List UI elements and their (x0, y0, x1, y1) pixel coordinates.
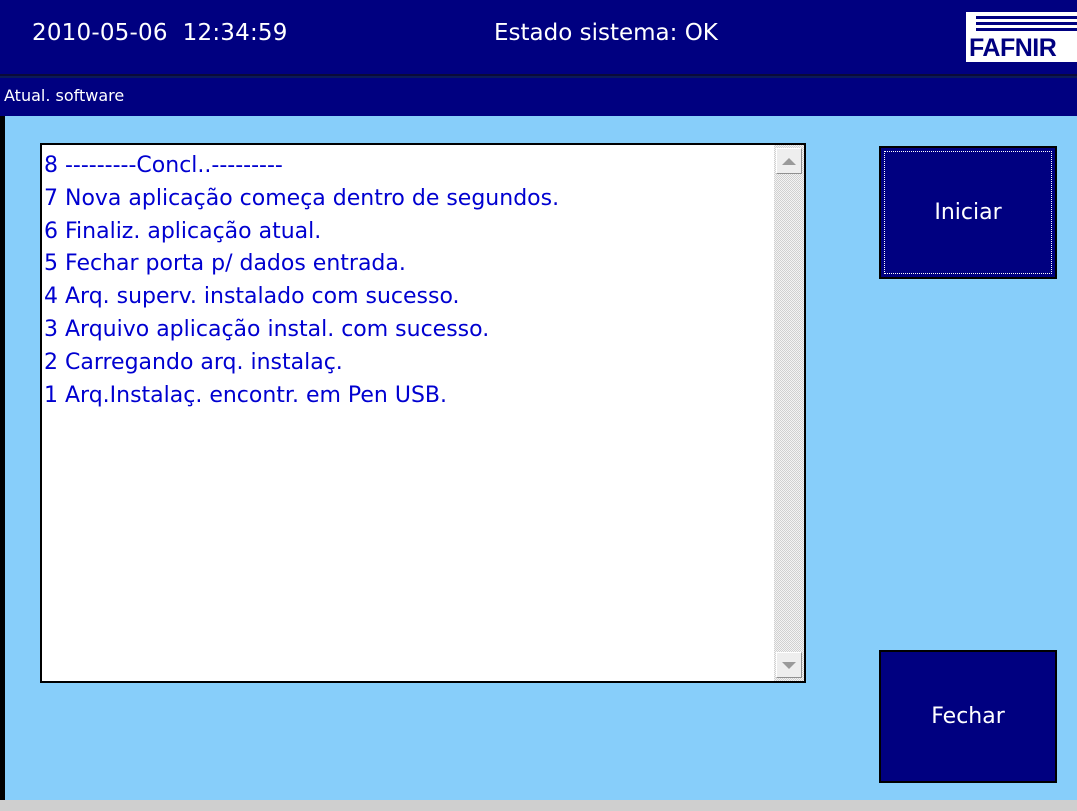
screen: 2010-05-06 12:34:59 Estado sistema: OK F… (0, 0, 1077, 811)
page-title: Atual. software (4, 86, 125, 105)
start-button[interactable]: Iniciar (879, 146, 1057, 279)
log-line: 2 Carregando arq. instalaç. (44, 349, 343, 375)
datetime-display: 2010-05-06 12:34:59 (32, 20, 288, 46)
left-edge-border (0, 116, 5, 800)
log-line: 5 Fechar porta p/ dados entrada. (44, 251, 406, 277)
start-button-label: Iniciar (934, 200, 1002, 225)
log-line: 1 Arq.Instalaç. encontr. em Pen USB. (44, 382, 448, 408)
logo-wordmark: FAFNIR (969, 34, 1057, 62)
log-line: 4 Arq. superv. instalado com sucesso. (44, 284, 460, 310)
log-line: 8 ---------Concl..--------- (44, 153, 283, 178)
log-list-box[interactable]: 8 ---------Concl..--------- 7 Nova aplic… (40, 143, 806, 683)
triangle-down-icon (782, 661, 796, 669)
scroll-down-button[interactable] (776, 652, 802, 678)
title-bar: Atual. software (0, 76, 1077, 116)
close-button[interactable]: Fechar (879, 650, 1057, 783)
vertical-scrollbar[interactable] (774, 145, 804, 681)
log-lines: 8 ---------Concl..--------- 7 Nova aplic… (44, 150, 770, 412)
fafnir-logo: FAFNIR (966, 12, 1077, 62)
scroll-up-button[interactable] (776, 148, 802, 174)
close-button-label: Fechar (931, 704, 1005, 729)
log-line: 7 Nova aplicação começa dentro de segund… (44, 185, 560, 211)
top-status-bar: 2010-05-06 12:34:59 Estado sistema: OK F… (0, 0, 1077, 76)
system-status-text: Estado sistema: OK (494, 20, 718, 46)
triangle-up-icon (782, 157, 796, 165)
log-line: 3 Arquivo aplicação instal. com sucesso. (44, 316, 490, 342)
bottom-strip (0, 800, 1077, 811)
log-line: 6 Finaliz. aplicação atual. (44, 218, 322, 244)
